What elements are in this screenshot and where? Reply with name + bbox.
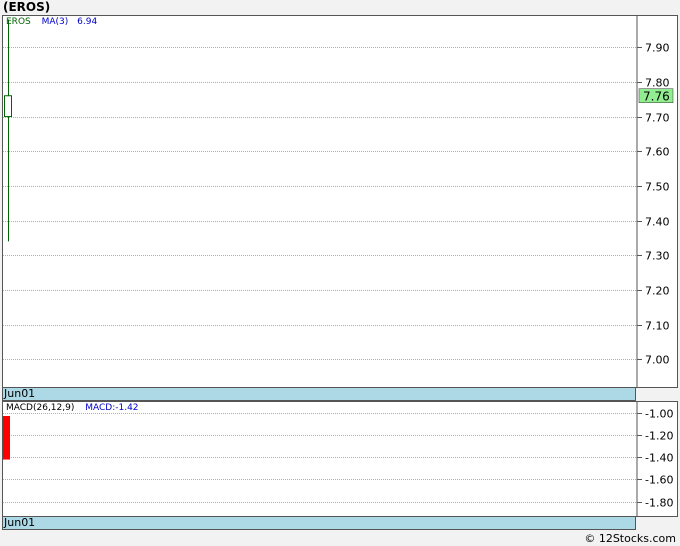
macd-bar (3, 416, 10, 460)
y-tick-label: 7.80 (645, 77, 670, 90)
x-tick-label: Jun01 (4, 516, 36, 529)
y-tick-label: -1.40 (645, 452, 673, 465)
candle-body (4, 95, 12, 118)
legend-ma-value: 6.94 (77, 17, 98, 27)
legend-ma-label: MA(3) (41, 17, 69, 27)
price-legend: EROS MA(3) 6.94 (6, 17, 97, 27)
y-tick-label: -1.80 (645, 497, 673, 510)
y-tick-label: 7.50 (645, 181, 670, 194)
macd-chart: -1.00 -1.20 -1.40 -1.60 -1.80 (3, 402, 673, 516)
y-tick-label: 7.30 (645, 250, 670, 263)
y-tick-label: 7.70 (645, 112, 670, 125)
y-tick-label: 7.40 (645, 216, 670, 229)
x-tick-label: Jun01 (4, 387, 36, 400)
price-panel: 7.90 7.80 7.70 7.60 7.50 7.40 7.30 7.20 7.10 7.00… (2, 15, 678, 388)
y-tick-label: 7.90 (645, 42, 670, 55)
y-tick-label: -1.60 (645, 474, 673, 487)
macd-legend: MACD(26,12,9) MACD:-1.42 (6, 403, 139, 413)
y-tick-label: 7.00 (645, 354, 670, 367)
y-tick-label: 7.60 (645, 146, 670, 159)
last-price-label: 7.76 (643, 90, 670, 104)
price-chart: 7.90 7.80 7.70 7.60 7.50 7.40 7.30 7.20 7.10 7.00… (3, 16, 674, 387)
y-tick-label: 7.20 (645, 285, 670, 298)
y-tick-label: -1.20 (645, 430, 673, 443)
y-tick-label: -1.00 (645, 408, 673, 421)
macd-panel: -1.00 -1.20 -1.40 -1.60 -1.80 MACD(26,12,9) … (2, 401, 678, 517)
legend-symbol: EROS (6, 17, 31, 27)
legend-macd-name: MACD(26,12,9) (6, 403, 75, 413)
y-tick-label: 7.10 (645, 320, 670, 333)
chart-title: (EROS) (3, 0, 51, 14)
date-axis-bar-macd: Jun01 (2, 516, 636, 530)
footer-credit: © 12Stocks.com (584, 532, 676, 545)
legend-macd-value: MACD:-1.42 (85, 403, 139, 413)
date-axis-bar-price: Jun01 (2, 387, 636, 401)
